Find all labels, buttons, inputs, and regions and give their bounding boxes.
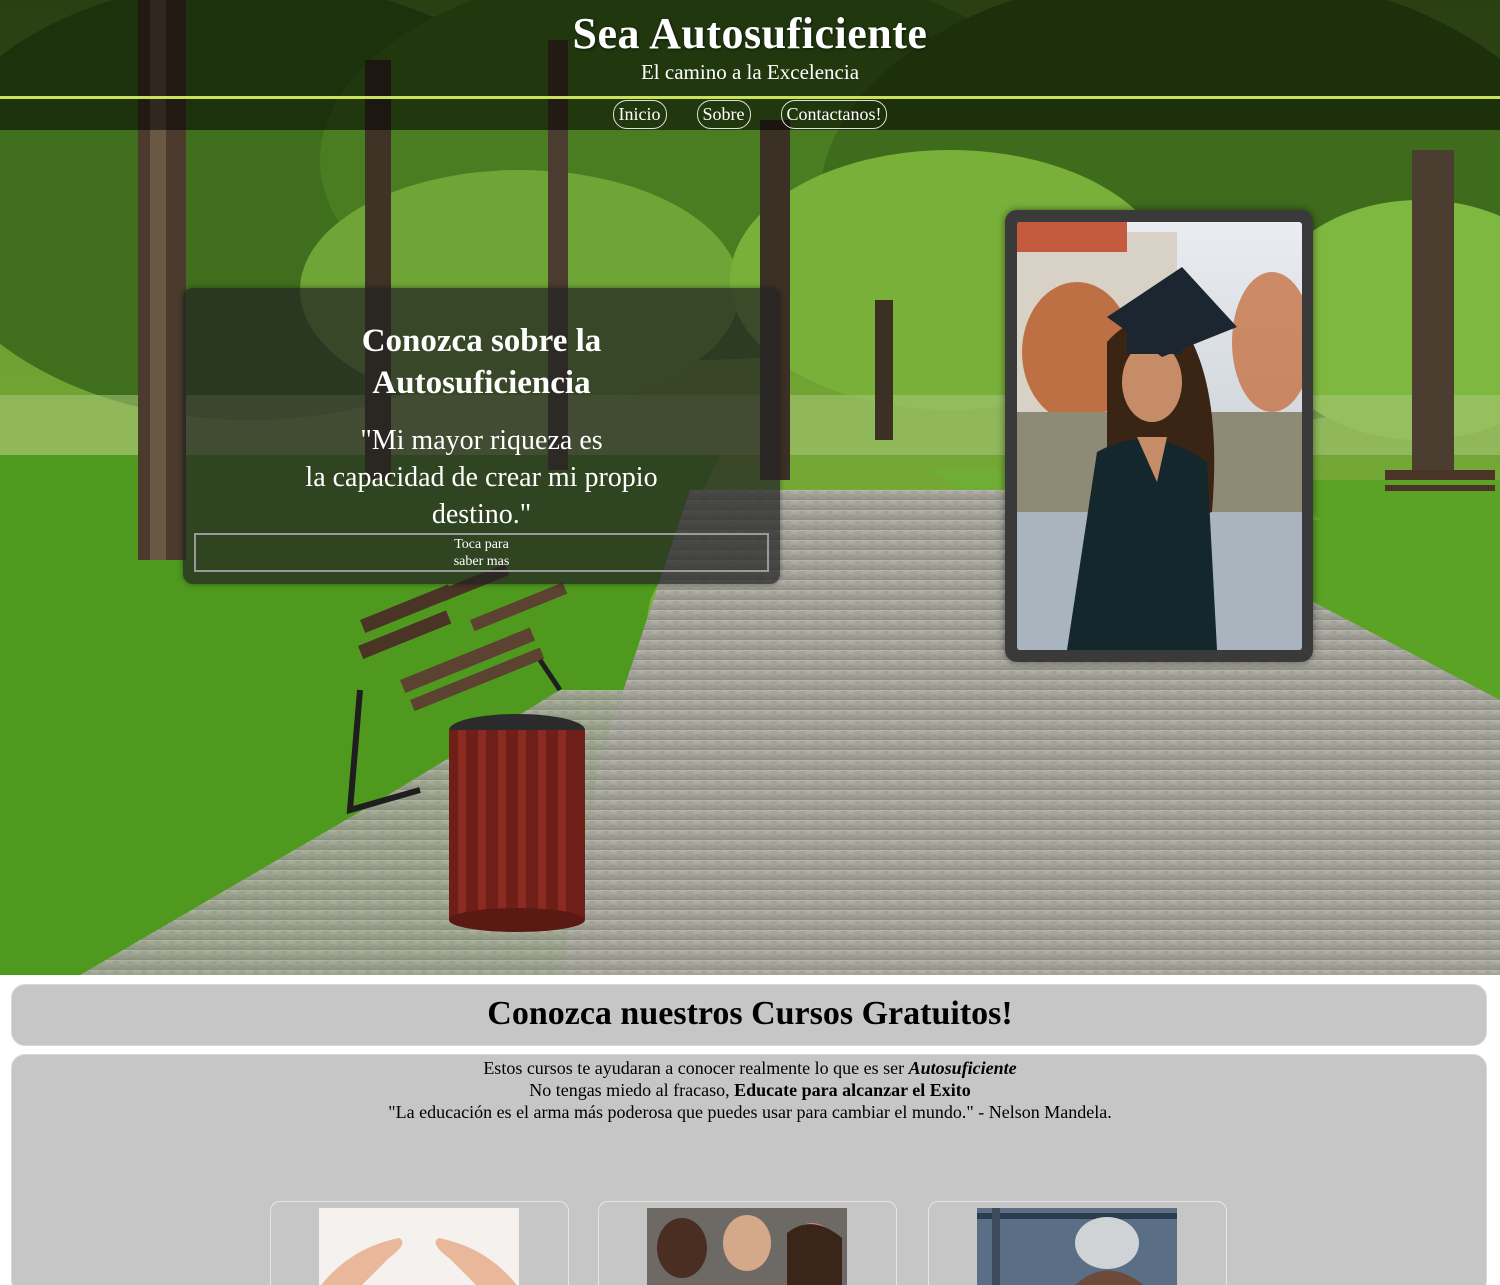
graduate-photo bbox=[1017, 222, 1302, 650]
info-card: Conozca sobre la Autosuficiencia "Mi may… bbox=[183, 288, 780, 584]
nav-item-inicio[interactable]: Inicio bbox=[612, 100, 667, 129]
nav-item-sobre[interactable]: Sobre bbox=[696, 100, 751, 129]
courses-line2-text: No tengas miedo al fracaso, bbox=[529, 1080, 735, 1100]
learn-more-label-line2: saber mas bbox=[453, 553, 510, 569]
hero-section: Sea Autosuficiente El camino a la Excele… bbox=[0, 0, 1500, 975]
course-card-2[interactable] bbox=[598, 1201, 897, 1285]
nav-item-contactanos[interactable]: Contactanos! bbox=[780, 100, 888, 129]
courses-line2: No tengas miedo al fracaso, Educate para… bbox=[12, 1079, 1488, 1101]
course-image-students bbox=[647, 1208, 847, 1285]
course-card-1[interactable] bbox=[270, 1201, 569, 1285]
courses-line2-bold: Educate para alcanzar el Exito bbox=[734, 1080, 971, 1100]
info-card-title: Conozca sobre la Autosuficiencia bbox=[183, 320, 780, 404]
quote-line1: "Mi mayor riqueza es bbox=[360, 425, 603, 456]
quote-line3: destino." bbox=[431, 499, 532, 530]
quote-line2: la capacidad de crear mi propio bbox=[305, 462, 658, 493]
info-title-line2: Autosuficiencia bbox=[372, 365, 591, 401]
courses-line1-text: Estos cursos te ayudaran a conocer realm… bbox=[483, 1058, 909, 1078]
course-image-hands bbox=[319, 1208, 519, 1285]
course-card-3[interactable] bbox=[928, 1201, 1227, 1285]
info-title-line1: Conozca sobre la bbox=[361, 323, 602, 359]
learn-more-label-line1: Toca para bbox=[454, 536, 509, 552]
info-card-quote: "Mi mayor riqueza es la capacidad de cre… bbox=[183, 422, 780, 533]
mandela-quote: "La educación es el arma más poderosa qu… bbox=[388, 1102, 1112, 1122]
courses-title: Conozca nuestros Cursos Gratuitos! bbox=[487, 995, 1013, 1032]
courses-line1-emphasis: Autosuficiente bbox=[908, 1058, 1017, 1078]
courses-line1: Estos cursos te ayudaran a conocer realm… bbox=[12, 1057, 1488, 1079]
main-nav: Inicio Sobre Contactanos! bbox=[0, 100, 1500, 129]
courses-description: Estos cursos te ayudaran a conocer realm… bbox=[12, 1057, 1488, 1123]
learn-more-button[interactable]: Toca para saber mas bbox=[194, 533, 769, 572]
site-subtitle: El camino a la Excelencia bbox=[640, 60, 860, 84]
course-image-worker bbox=[977, 1208, 1177, 1285]
site-title: Sea Autosuficiente bbox=[572, 9, 928, 58]
graduate-photo-frame bbox=[1005, 210, 1313, 662]
courses-header: Conozca nuestros Cursos Gratuitos! bbox=[11, 984, 1487, 1046]
